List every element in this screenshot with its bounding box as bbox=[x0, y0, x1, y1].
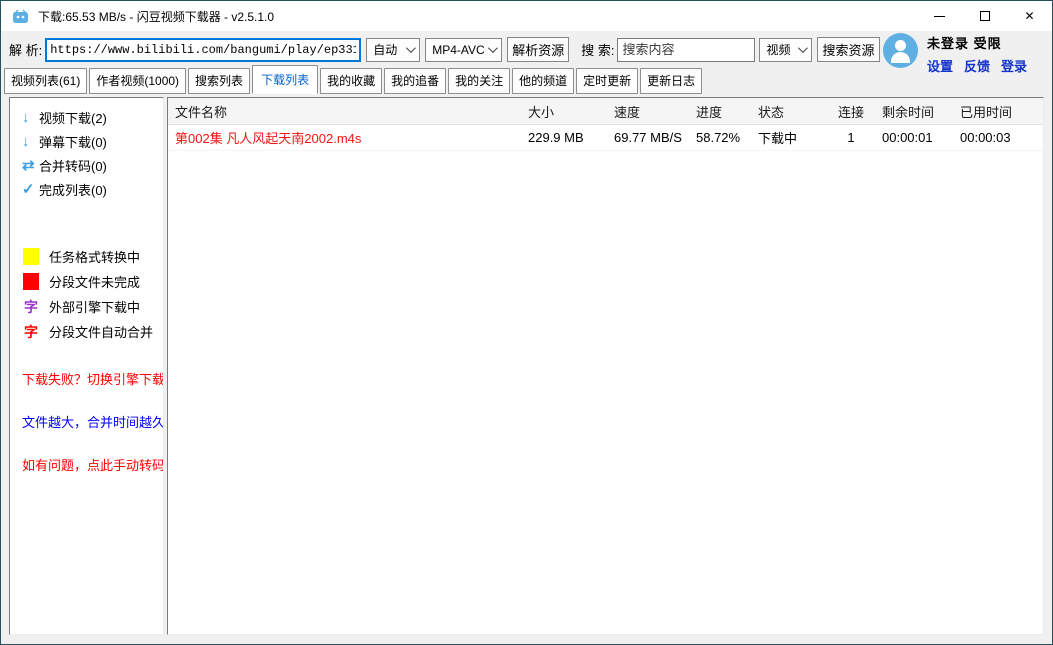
search-type-value: 视频 bbox=[766, 41, 790, 58]
legend-glyph: 字 bbox=[23, 297, 39, 317]
legend-format-converting: 任务格式转换中 bbox=[10, 244, 163, 269]
legend-label: 外部引擎下载中 bbox=[49, 297, 140, 316]
sidebar-item-label: 合并转码(0) bbox=[39, 156, 107, 175]
settings-link[interactable]: 设置 bbox=[927, 56, 953, 75]
legend-segment-auto-merge: 字分段文件自动合并 bbox=[10, 319, 163, 344]
account-links: 设置反馈登录 bbox=[927, 56, 1027, 75]
window-controls: ✕ bbox=[917, 1, 1052, 31]
login-status: 未登录 受限 bbox=[927, 33, 1027, 52]
column-header-size[interactable]: 大小 bbox=[521, 102, 607, 121]
legend-list: 任务格式转换中分段文件未完成字外部引擎下载中字分段文件自动合并 bbox=[10, 244, 163, 344]
minimize-button[interactable] bbox=[917, 1, 962, 31]
chevron-down-icon bbox=[798, 43, 808, 53]
legend-external-engine: 字外部引擎下载中 bbox=[10, 294, 163, 319]
legend-label: 任务格式转换中 bbox=[49, 247, 140, 266]
sidebar-item-merge-transcode[interactable]: ⇄合并转码(0) bbox=[10, 153, 163, 177]
table-body: 第002集 凡人风起天南2002.m4s229.9 MB69.77 MB/S58… bbox=[168, 125, 1043, 151]
table-header: 文件名称大小速度进度状态连接剩余时间已用时间 bbox=[168, 98, 1043, 125]
cell-file-name: 第002集 凡人风起天南2002.m4s bbox=[168, 128, 521, 147]
chevron-down-icon bbox=[406, 43, 416, 53]
app-window: 下载:65.53 MB/s - 闪豆视频下载器 - v2.5.1.0 ✕ 解 析… bbox=[0, 0, 1053, 645]
tab-video-list[interactable]: 视频列表(61) bbox=[4, 68, 87, 94]
login-link[interactable]: 登录 bbox=[1001, 56, 1027, 75]
legend-segment-incomplete: 分段文件未完成 bbox=[10, 269, 163, 294]
cell-connections: 1 bbox=[827, 130, 875, 145]
maximize-icon bbox=[980, 11, 990, 21]
feedback-link[interactable]: 反馈 bbox=[964, 56, 990, 75]
sidebar-item-label: 视频下载(2) bbox=[39, 108, 107, 127]
sidebar-item-label: 弹幕下载(0) bbox=[39, 132, 107, 151]
url-input[interactable] bbox=[45, 38, 361, 62]
merge-time-hint: 文件越大，合并时间越久 bbox=[10, 412, 163, 431]
table-row[interactable]: 第002集 凡人风起天南2002.m4s229.9 MB69.77 MB/S58… bbox=[168, 125, 1043, 151]
content-area: ↓视频下载(2)↓弹幕下载(0)⇄合并转码(0)✓完成列表(0) 任务格式转换中… bbox=[1, 94, 1052, 644]
transcode-icon: ⇄ bbox=[22, 158, 39, 173]
parse-label: 解 析: bbox=[9, 40, 42, 59]
format-select[interactable]: MP4-AVC bbox=[425, 38, 502, 62]
search-label: 搜 索: bbox=[581, 40, 614, 59]
column-header-file-name[interactable]: 文件名称 bbox=[168, 102, 521, 121]
minimize-icon bbox=[934, 16, 945, 17]
user-avatar-icon[interactable] bbox=[883, 33, 918, 68]
tab-his-channel[interactable]: 他的频道 bbox=[512, 68, 574, 94]
engine-switch-hint[interactable]: 下载失败？切换引擎下载 bbox=[10, 369, 163, 388]
download-icon: ↓ bbox=[22, 134, 39, 149]
column-header-status[interactable]: 状态 bbox=[751, 102, 827, 121]
legend-swatch bbox=[23, 273, 39, 290]
legend-label: 分段文件未完成 bbox=[49, 272, 140, 291]
sidebar-item-danmaku-download[interactable]: ↓弹幕下载(0) bbox=[10, 129, 163, 153]
account-text: 未登录 受限 设置反馈登录 bbox=[927, 33, 1027, 75]
download-table-panel: 文件名称大小速度进度状态连接剩余时间已用时间 第002集 凡人风起天南2002.… bbox=[167, 97, 1044, 635]
sidebar-item-completed-list[interactable]: ✓完成列表(0) bbox=[10, 177, 163, 201]
legend-glyph: 字 bbox=[23, 322, 39, 342]
close-button[interactable]: ✕ bbox=[1007, 1, 1052, 31]
check-icon: ✓ bbox=[22, 182, 39, 197]
sidebar-item-label: 完成列表(0) bbox=[39, 180, 107, 199]
mode-select-value: 自动 bbox=[373, 41, 397, 58]
tab-my-bangumi[interactable]: 我的追番 bbox=[384, 68, 446, 94]
title-bar: 下载:65.53 MB/s - 闪豆视频下载器 - v2.5.1.0 ✕ bbox=[1, 1, 1052, 31]
chevron-down-icon bbox=[488, 43, 498, 53]
manual-transcode-hint[interactable]: 如有问题，点此手动转码 bbox=[10, 455, 163, 474]
maximize-button[interactable] bbox=[962, 1, 1007, 31]
search-input[interactable] bbox=[617, 38, 755, 62]
column-header-time-remaining[interactable]: 剩余时间 bbox=[875, 102, 953, 121]
format-select-value: MP4-AVC bbox=[432, 43, 484, 57]
queue-list: ↓视频下载(2)↓弹幕下载(0)⇄合并转码(0)✓完成列表(0) bbox=[10, 105, 163, 201]
tab-my-favorites[interactable]: 我的收藏 bbox=[320, 68, 382, 94]
search-resource-button[interactable]: 搜索资源 bbox=[817, 37, 879, 62]
legend-label: 分段文件自动合并 bbox=[49, 322, 153, 341]
sidebar-item-video-download[interactable]: ↓视频下载(2) bbox=[10, 105, 163, 129]
search-type-select[interactable]: 视频 bbox=[759, 38, 812, 62]
column-header-speed[interactable]: 速度 bbox=[607, 102, 689, 121]
tab-update-log[interactable]: 更新日志 bbox=[640, 68, 702, 94]
column-header-connections[interactable]: 连接 bbox=[827, 102, 875, 121]
sidebar: ↓视频下载(2)↓弹幕下载(0)⇄合并转码(0)✓完成列表(0) 任务格式转换中… bbox=[9, 97, 164, 635]
cell-status: 下载中 bbox=[751, 128, 827, 147]
cell-time-elapsed: 00:00:03 bbox=[953, 130, 1043, 145]
app-logo-icon bbox=[12, 9, 29, 24]
download-icon: ↓ bbox=[22, 110, 39, 125]
tab-author-videos[interactable]: 作者视频(1000) bbox=[89, 68, 186, 94]
hint-list: 下载失败？切换引擎下载文件越大，合并时间越久如有问题，点此手动转码 bbox=[10, 369, 163, 474]
legend-swatch bbox=[23, 248, 39, 265]
parse-resource-button[interactable]: 解析资源 bbox=[507, 37, 569, 62]
cell-progress: 58.72% bbox=[689, 130, 751, 145]
column-header-time-elapsed[interactable]: 已用时间 bbox=[953, 102, 1043, 121]
tab-download-list[interactable]: 下载列表 bbox=[252, 65, 318, 94]
cell-size: 229.9 MB bbox=[521, 130, 607, 145]
account-area: 未登录 受限 设置反馈登录 bbox=[883, 33, 1027, 75]
window-title: 下载:65.53 MB/s - 闪豆视频下载器 - v2.5.1.0 bbox=[38, 8, 274, 25]
column-header-progress[interactable]: 进度 bbox=[689, 102, 751, 121]
mode-select[interactable]: 自动 bbox=[366, 38, 420, 62]
tab-scheduled-update[interactable]: 定时更新 bbox=[576, 68, 638, 94]
tab-search-list[interactable]: 搜索列表 bbox=[188, 68, 250, 94]
cell-speed: 69.77 MB/S bbox=[607, 130, 689, 145]
tab-my-follows[interactable]: 我的关注 bbox=[448, 68, 510, 94]
close-icon: ✕ bbox=[1024, 10, 1034, 22]
cell-time-remaining: 00:00:01 bbox=[875, 130, 953, 145]
